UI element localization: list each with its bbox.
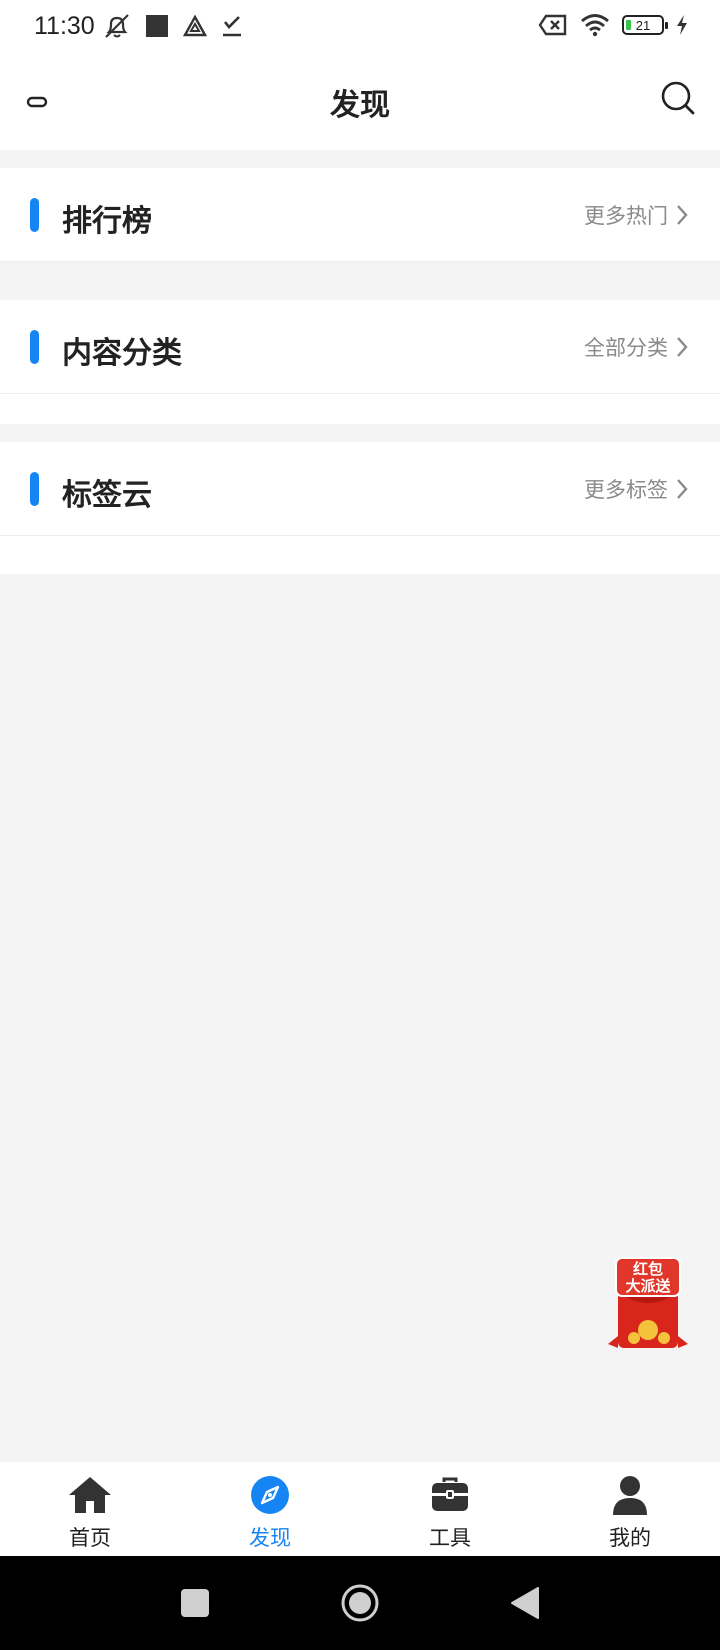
page-title: 发现 [330, 88, 390, 123]
home-system-button[interactable] [320, 1556, 400, 1650]
more-link-label: 更多热门 [584, 204, 668, 228]
toolbox-icon [432, 1477, 468, 1511]
nav-label: 首页 [69, 1526, 111, 1550]
home-circle-icon [341, 1584, 379, 1622]
nav-label: 工具 [429, 1526, 471, 1550]
search-button[interactable] [660, 80, 696, 116]
nav-home[interactable]: 首页 [0, 1462, 180, 1556]
wifi-icon [581, 14, 609, 37]
chevron-right-icon [677, 479, 688, 499]
chevron-right-icon [677, 205, 688, 225]
nav-label: 我的 [609, 1526, 651, 1550]
system-navigation-bar [0, 1556, 720, 1650]
status-time: 11:30 [34, 12, 95, 40]
section-title: 内容分类 [62, 336, 182, 371]
section-ranking: 排行榜 更多热门 [0, 168, 720, 262]
search-icon [661, 81, 695, 115]
back-button[interactable] [485, 1556, 565, 1650]
section-title: 标签云 [62, 478, 152, 513]
accent-bar [30, 198, 39, 232]
charging-bolt-icon [677, 15, 687, 35]
chevron-right-icon [677, 337, 688, 357]
more-hot-link[interactable]: 更多热门 [584, 200, 690, 230]
triangle-app-icon [183, 15, 207, 37]
section-title: 排行榜 [62, 204, 152, 239]
nav-label: 发现 [249, 1526, 291, 1550]
recents-icon [181, 1589, 209, 1617]
section-header: 标签云 更多标签 [0, 442, 720, 536]
more-tags-link[interactable]: 更多标签 [584, 474, 690, 504]
user-icon [613, 1476, 647, 1515]
home-icon [69, 1477, 111, 1513]
battery-level: 21 [635, 17, 651, 33]
all-categories-link[interactable]: 全部分类 [584, 332, 690, 362]
section-categories: 内容分类 全部分类 [0, 300, 720, 424]
bell-off-icon [105, 14, 129, 38]
recents-button[interactable] [155, 1556, 235, 1650]
download-done-icon [223, 16, 241, 37]
more-link-label: 全部分类 [584, 336, 668, 360]
nav-mine[interactable]: 我的 [540, 1462, 720, 1556]
battery-icon: 21 [622, 15, 668, 35]
red-envelope-floating-button[interactable]: 红包 大派送 [604, 1256, 692, 1356]
square-icon [146, 15, 168, 37]
bottom-nav: 首页 发现 工具 我的 [0, 1462, 720, 1556]
more-link-label: 更多标签 [584, 478, 668, 502]
red-envelope-line2: 大派送 [625, 1277, 671, 1295]
section-header: 排行榜 更多热门 [0, 168, 720, 262]
section-tag-cloud: 标签云 更多标签 [0, 442, 720, 574]
status-right-icons: 21 [538, 13, 688, 37]
back-triangle-icon [511, 1587, 539, 1619]
red-envelope-icon: 红包 大派送 [608, 1257, 688, 1348]
status-left-icons [103, 13, 243, 39]
nav-discover[interactable]: 发现 [180, 1462, 360, 1556]
section-header: 内容分类 全部分类 [0, 300, 720, 394]
top-app-bar: 发现 [0, 54, 720, 150]
nav-tools[interactable]: 工具 [360, 1462, 540, 1556]
compass-icon [251, 1476, 289, 1514]
no-sim-icon [538, 14, 567, 36]
red-envelope-line1: 红包 [633, 1260, 663, 1278]
accent-bar [30, 472, 39, 506]
accent-bar [30, 330, 39, 364]
status-bar: 11:30 21 [0, 0, 720, 54]
